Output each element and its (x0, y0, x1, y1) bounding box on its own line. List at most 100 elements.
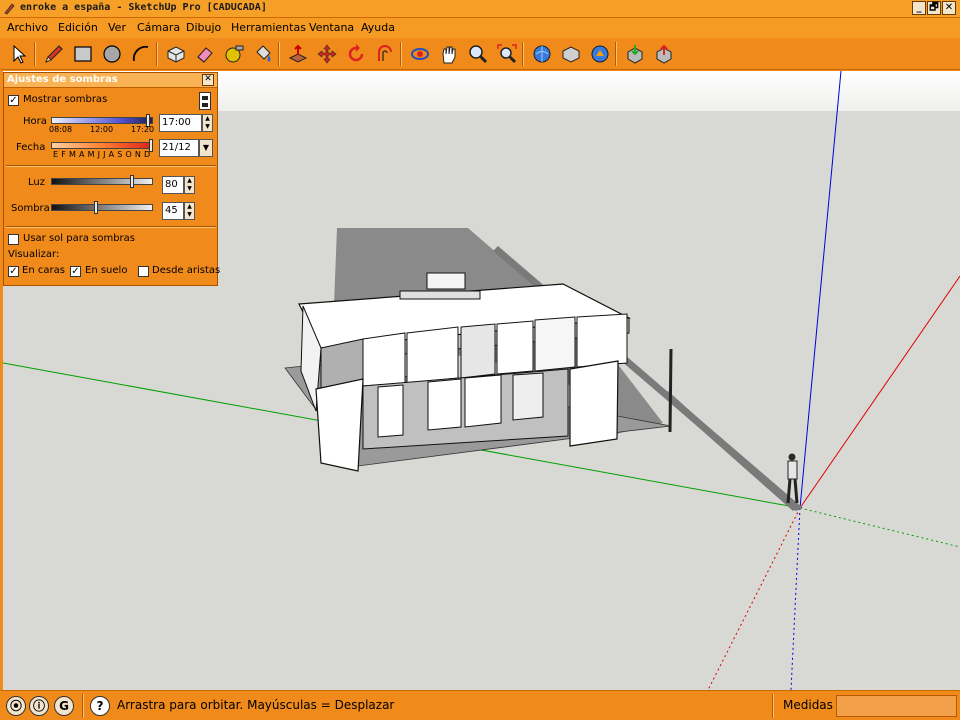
upper-panel (576, 313, 628, 368)
time-tick-start: 08:08 (49, 125, 73, 134)
offset-icon[interactable] (372, 41, 398, 67)
shadow-slider-thumb[interactable] (94, 201, 98, 214)
use-sun-checkbox[interactable] (8, 234, 19, 245)
restore-button[interactable]: 🗗 (927, 1, 941, 15)
panel-close-button[interactable]: ✕ (202, 74, 214, 86)
make-component-icon[interactable] (163, 41, 189, 67)
share-component-icon[interactable] (651, 41, 677, 67)
push-pull-icon[interactable] (285, 41, 311, 67)
tape-measure-icon[interactable] (221, 41, 247, 67)
measurements-box[interactable] (836, 695, 957, 717)
rectangle-icon[interactable] (70, 41, 96, 67)
panel-title: Ajustes de sombras (7, 74, 118, 85)
shadow-slider[interactable] (51, 204, 153, 211)
menu-edicion[interactable]: Edición (58, 21, 98, 34)
circle-icon[interactable] (99, 41, 125, 67)
menu-ayuda[interactable]: Ayuda (361, 21, 395, 34)
menu-ver[interactable]: Ver (108, 21, 126, 34)
red-axis-negative (707, 507, 801, 690)
menu-ventana[interactable]: Ventana (309, 21, 354, 34)
from-edges-label: Desde aristas (152, 265, 221, 276)
lower-panel (512, 372, 544, 421)
show-shadows-checkbox[interactable]: ✓ (8, 95, 19, 106)
menu-camara[interactable]: Cámara (137, 21, 180, 34)
shadow-spinner[interactable]: ▲ ▼ (184, 202, 195, 220)
get-components-icon[interactable] (622, 41, 648, 67)
roof-parapet (399, 290, 481, 300)
date-dropdown-icon[interactable]: ▼ (199, 139, 213, 157)
blue-axis-negative (790, 507, 801, 690)
lower-panel (427, 378, 462, 431)
sketchup-app-icon (4, 3, 15, 15)
shadow-label: Sombra (11, 203, 50, 214)
on-ground-checkbox[interactable]: ✓ (70, 266, 81, 277)
zoom-extents-icon[interactable] (494, 41, 520, 67)
time-slider[interactable] (51, 117, 153, 124)
roof-chimney (426, 272, 466, 290)
time-label: Hora (23, 116, 47, 127)
date-label: Fecha (16, 142, 46, 153)
panel-title-bar[interactable]: Ajustes de sombras ✕ (4, 73, 217, 88)
status-message: Arrastra para orbitar. Mayúsculas = Desp… (117, 698, 395, 712)
time-tick-end: 17:20 (131, 125, 155, 134)
on-faces-label: En caras (22, 265, 65, 276)
display-label: Visualizar: (8, 249, 60, 260)
move-icon[interactable] (314, 41, 340, 67)
status-bar: ⦿ ⓘ G ? Arrastra para orbitar. Mayúscula… (0, 690, 960, 720)
eraser-icon[interactable] (192, 41, 218, 67)
post-shadow (663, 391, 798, 511)
lower-panel (464, 374, 502, 428)
google-earth-icon[interactable] (587, 41, 613, 67)
rotate-icon[interactable] (343, 41, 369, 67)
time-input[interactable]: 17:00 (159, 114, 202, 132)
window-title: enroke a españa - SketchUp Pro [CADUCADA… (20, 2, 267, 13)
collapse-details-button[interactable] (199, 92, 211, 110)
on-ground-label: En suelo (85, 265, 128, 276)
minimize-button[interactable]: _ (912, 1, 926, 15)
show-shadows-label: Mostrar sombras (23, 94, 108, 105)
lower-panel (377, 384, 404, 438)
date-month-ticks: E F M A M J J A S O N D (53, 150, 151, 159)
shadow-input[interactable]: 45 (162, 202, 184, 220)
pole (668, 348, 673, 433)
zoom-icon[interactable] (465, 41, 491, 67)
light-slider-thumb[interactable] (130, 175, 134, 188)
time-spinner[interactable]: ▲ ▼ (202, 114, 213, 132)
close-button[interactable]: ✕ (942, 1, 956, 15)
sign-in-icon[interactable]: G (54, 696, 74, 716)
upper-panel (460, 323, 496, 379)
menu-herramientas[interactable]: Herramientas (231, 21, 306, 34)
get-models-icon[interactable] (529, 41, 555, 67)
front-panel-right (569, 360, 619, 447)
share-model-icon[interactable] (558, 41, 584, 67)
green-axis-negative (799, 507, 960, 548)
from-edges-checkbox[interactable] (138, 266, 149, 277)
select-icon[interactable] (6, 41, 32, 67)
light-input[interactable]: 80 (162, 176, 184, 194)
light-spinner[interactable]: ▲ ▼ (184, 176, 195, 194)
geo-location-icon[interactable]: ⦿ (6, 696, 26, 716)
help-icon[interactable]: ? (90, 696, 110, 716)
orbit-icon[interactable] (407, 41, 433, 67)
pan-icon[interactable] (436, 41, 462, 67)
menu-bar: Archivo Edición Ver Cámara Dibujo Herram… (0, 18, 960, 38)
scale-figure (786, 453, 799, 504)
menu-archivo[interactable]: Archivo (7, 21, 48, 34)
upper-panel (534, 316, 576, 372)
upper-panel (406, 326, 459, 384)
upper-panel (496, 320, 534, 375)
paint-bucket-icon[interactable] (250, 41, 276, 67)
menu-dibujo[interactable]: Dibujo (186, 21, 221, 34)
date-slider[interactable] (51, 142, 153, 149)
on-faces-checkbox[interactable]: ✓ (8, 266, 19, 277)
pencil-icon[interactable] (41, 41, 67, 67)
blue-axis (799, 71, 842, 509)
front-panel-left (315, 378, 364, 472)
arc-icon[interactable] (128, 41, 154, 67)
credits-icon[interactable]: ⓘ (29, 696, 49, 716)
light-label: Luz (28, 177, 45, 188)
upper-panel (362, 332, 406, 387)
light-slider[interactable] (51, 178, 153, 185)
date-input[interactable]: 21/12 (159, 139, 199, 157)
main-toolbar (0, 38, 960, 70)
